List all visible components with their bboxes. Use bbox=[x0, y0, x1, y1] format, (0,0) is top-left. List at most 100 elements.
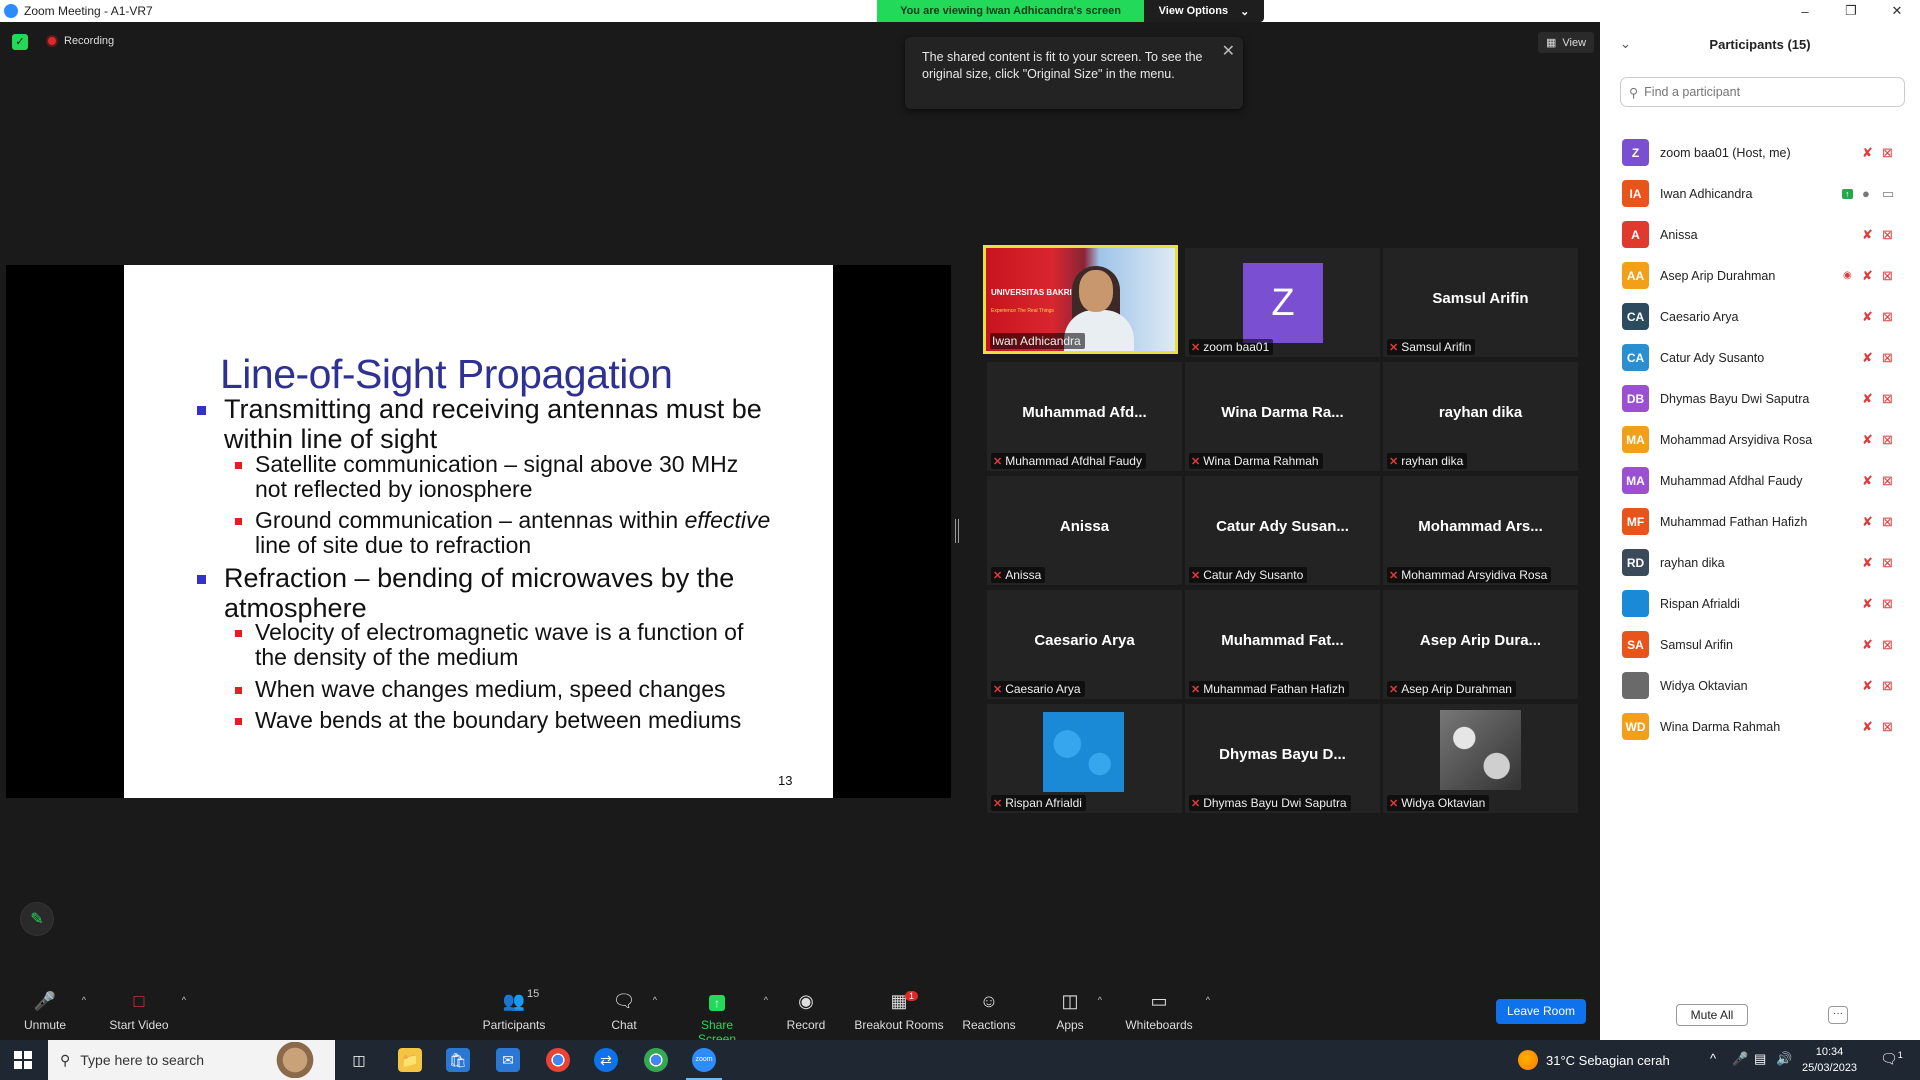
participant-row[interactable]: DB Dhymas Bayu Dwi Saputra ✘ ⊠ bbox=[1600, 378, 1920, 419]
participant-row[interactable]: AA Asep Arip Durahman ◉ ✘ ⊠ bbox=[1600, 255, 1920, 296]
video-tile-caesario-arya[interactable]: Caesario Arya ✕ Caesario Arya bbox=[987, 590, 1182, 699]
mic-muted-icon[interactable]: ✘ bbox=[1862, 514, 1873, 530]
search-input[interactable] bbox=[1644, 85, 1895, 99]
whiteboards-button[interactable]: ▭ Whiteboards ^ bbox=[1124, 983, 1210, 1032]
participant-row[interactable]: RD rayhan dika ✘ ⊠ bbox=[1600, 542, 1920, 583]
video-tile-anissa[interactable]: Anissa ✕ Anissa bbox=[987, 476, 1182, 585]
weather-widget[interactable]: 31°C Sebagian cerah bbox=[1518, 1050, 1670, 1070]
unmute-button[interactable]: 🎤 Unmute ^ bbox=[20, 983, 86, 1032]
participant-row[interactable]: MF Muhammad Fathan Hafizh ✘ ⊠ bbox=[1600, 501, 1920, 542]
annotate-pencil-icon[interactable]: ✎ bbox=[20, 902, 54, 936]
restore-icon[interactable]: ❐ bbox=[1828, 0, 1874, 22]
chrome-profile-icon[interactable] bbox=[644, 1048, 668, 1072]
video-off-icon[interactable]: ⊠ bbox=[1882, 678, 1893, 694]
video-off-icon[interactable]: ⊠ bbox=[1882, 596, 1893, 612]
video-off-icon[interactable]: ⊠ bbox=[1882, 432, 1893, 448]
chevron-up-icon[interactable]: ^ bbox=[764, 995, 768, 1005]
video-tile-dhymas-bayu-dwi-saputra[interactable]: Dhymas Bayu D... ✕ Dhymas Bayu Dwi Saputr… bbox=[1185, 704, 1380, 813]
video-tile-iwan-adhicandra[interactable]: UNIVERSITAS BAKRIE Experience The Real T… bbox=[983, 245, 1178, 354]
video-tile-asep-arip-durahman[interactable]: Asep Arip Dura... ✕ Asep Arip Durahman bbox=[1383, 590, 1578, 699]
leave-room-button[interactable]: Leave Room bbox=[1496, 999, 1586, 1024]
video-off-icon[interactable]: ⊠ bbox=[1882, 350, 1893, 366]
video-tile-samsul-arifin[interactable]: Samsul Arifin ✕ Samsul Arifin bbox=[1383, 248, 1578, 357]
taskbar-search[interactable]: ⚲ Type here to search bbox=[48, 1040, 335, 1080]
video-tile-muhammad-afdhal-faudy[interactable]: Muhammad Afd... ✕ Muhammad Afdhal Faudy bbox=[987, 362, 1182, 471]
mic-muted-icon[interactable]: ✘ bbox=[1862, 473, 1873, 489]
mic-muted-icon[interactable]: ✘ bbox=[1862, 555, 1873, 571]
mic-muted-icon[interactable]: ✘ bbox=[1862, 596, 1873, 612]
video-tile-muhammad-fathan-hafizh[interactable]: Muhammad Fat... ✕ Muhammad Fathan Hafizh bbox=[1185, 590, 1380, 699]
participant-row[interactable]: MA Mohammad Arsyidiva Rosa ✘ ⊠ bbox=[1600, 419, 1920, 460]
chevron-up-icon[interactable]: ^ bbox=[1098, 995, 1102, 1005]
microphone-icon[interactable]: 🎤 bbox=[1732, 1051, 1748, 1067]
mic-muted-icon[interactable]: ✘ bbox=[1862, 432, 1873, 448]
microphone-icon[interactable]: ● bbox=[1862, 186, 1870, 201]
more-options-button[interactable]: ··· bbox=[1828, 1006, 1848, 1024]
video-tile-rayhan-dika[interactable]: rayhan dika ✕ rayhan dika bbox=[1383, 362, 1578, 471]
video-tile-wina-darma-rahmah[interactable]: Wina Darma Ra... ✕ Wina Darma Rahmah bbox=[1185, 362, 1380, 471]
mic-muted-icon[interactable]: ✘ bbox=[1862, 309, 1873, 325]
network-icon[interactable]: ▤ bbox=[1754, 1051, 1766, 1067]
apps-button[interactable]: ◫ Apps ^ bbox=[1054, 983, 1102, 1032]
video-tile-rispan-afrialdi[interactable]: ✕ Rispan Afrialdi bbox=[987, 704, 1182, 813]
participant-row[interactable]: CA Catur Ady Susanto ✘ ⊠ bbox=[1600, 337, 1920, 378]
participant-row[interactable]: A Anissa ✘ ⊠ bbox=[1600, 214, 1920, 255]
volume-icon[interactable]: 🔊 bbox=[1776, 1051, 1792, 1067]
video-off-icon[interactable]: ⊠ bbox=[1882, 719, 1893, 735]
video-off-icon[interactable]: ⊠ bbox=[1882, 227, 1893, 243]
mute-all-button[interactable]: Mute All bbox=[1676, 1004, 1748, 1026]
video-off-icon[interactable]: ⊠ bbox=[1882, 268, 1893, 284]
file-explorer-icon[interactable]: 📁 bbox=[398, 1048, 422, 1072]
view-options-button[interactable]: View Options ⌄ bbox=[1144, 0, 1264, 22]
split-view-handle[interactable] bbox=[955, 519, 959, 543]
chevron-up-icon[interactable]: ^ bbox=[653, 995, 657, 1005]
mic-muted-icon[interactable]: ✘ bbox=[1862, 719, 1873, 735]
participant-search[interactable]: ⚲ bbox=[1620, 77, 1905, 107]
minimize-icon[interactable]: – bbox=[1782, 0, 1828, 22]
close-icon[interactable]: ✕ bbox=[1222, 43, 1235, 60]
security-shield-icon[interactable]: ✓ bbox=[12, 34, 28, 50]
store-icon[interactable]: 🛍 bbox=[446, 1048, 470, 1072]
teamviewer-icon[interactable]: ⇄ bbox=[594, 1048, 618, 1072]
recording-indicator[interactable]: Recording bbox=[46, 35, 114, 47]
chevron-up-icon[interactable]: ^ bbox=[182, 995, 186, 1005]
participant-row[interactable]: WD Wina Darma Rahmah ✘ ⊠ bbox=[1600, 706, 1920, 747]
video-tile-widya-oktavian[interactable]: ✕ Widya Oktavian bbox=[1383, 704, 1578, 813]
video-off-icon[interactable]: ⊠ bbox=[1882, 145, 1893, 161]
video-off-icon[interactable]: ⊠ bbox=[1882, 391, 1893, 407]
mic-muted-icon[interactable]: ✘ bbox=[1862, 350, 1873, 366]
video-tile-zoom-baa01[interactable]: Z ✕ zoom baa01 bbox=[1185, 248, 1380, 357]
video-off-icon[interactable]: ⊠ bbox=[1882, 514, 1893, 530]
participant-row[interactable]: IA Iwan Adhicandra ↑ ● ▭ bbox=[1600, 173, 1920, 214]
participant-row[interactable]: SA Samsul Arifin ✘ ⊠ bbox=[1600, 624, 1920, 665]
mic-muted-icon[interactable]: ✘ bbox=[1862, 227, 1873, 243]
chrome-icon[interactable] bbox=[546, 1048, 570, 1072]
reactions-button[interactable]: ☺ Reactions bbox=[962, 983, 1016, 1032]
video-off-icon[interactable]: ⊠ bbox=[1882, 555, 1893, 571]
mic-muted-icon[interactable]: ✘ bbox=[1862, 268, 1873, 284]
windows-start-icon[interactable] bbox=[14, 1051, 32, 1069]
taskbar-clock[interactable]: 10:34 25/03/2023 bbox=[1802, 1044, 1857, 1076]
mail-icon[interactable]: ✉ bbox=[496, 1048, 520, 1072]
chevron-up-icon[interactable]: ^ bbox=[82, 995, 86, 1005]
view-button[interactable]: ▦ View bbox=[1538, 32, 1595, 53]
share-screen-button[interactable]: ↑ Share Screen ^ bbox=[682, 983, 768, 1046]
chevron-up-icon[interactable]: ^ bbox=[1710, 1051, 1716, 1066]
participants-button[interactable]: 👥 15 Participants bbox=[482, 983, 546, 1032]
record-button[interactable]: ◉ Record bbox=[786, 983, 826, 1032]
participant-row[interactable]: Zzoom baa01 (Host, me) ✘ ⊠ bbox=[1600, 132, 1920, 173]
video-tile-mohammad-arsyidiva-rosa[interactable]: Mohammad Ars... ✕ Mohammad Arsyidiva Rosa bbox=[1383, 476, 1578, 585]
participant-row[interactable]: Rispan Afrialdi ✘ ⊠ bbox=[1600, 583, 1920, 624]
task-view-icon[interactable]: ◫ bbox=[347, 1048, 371, 1072]
video-off-icon[interactable]: ⊠ bbox=[1882, 473, 1893, 489]
video-off-icon[interactable]: ⊠ bbox=[1882, 637, 1893, 653]
video-tile-catur-ady-susanto[interactable]: Catur Ady Susan... ✕ Catur Ady Susanto bbox=[1185, 476, 1380, 585]
participant-row[interactable]: CA Caesario Arya ✘ ⊠ bbox=[1600, 296, 1920, 337]
chat-button[interactable]: 🗨 Chat ^ bbox=[607, 983, 657, 1032]
mic-muted-icon[interactable]: ✘ bbox=[1862, 145, 1873, 161]
mic-muted-icon[interactable]: ✘ bbox=[1862, 637, 1873, 653]
mic-muted-icon[interactable]: ✘ bbox=[1862, 678, 1873, 694]
participant-row[interactable]: Widya Oktavian ✘ ⊠ bbox=[1600, 665, 1920, 706]
mic-muted-icon[interactable]: ✘ bbox=[1862, 391, 1873, 407]
notification-center-icon[interactable]: 🗨1 bbox=[1880, 1050, 1903, 1068]
